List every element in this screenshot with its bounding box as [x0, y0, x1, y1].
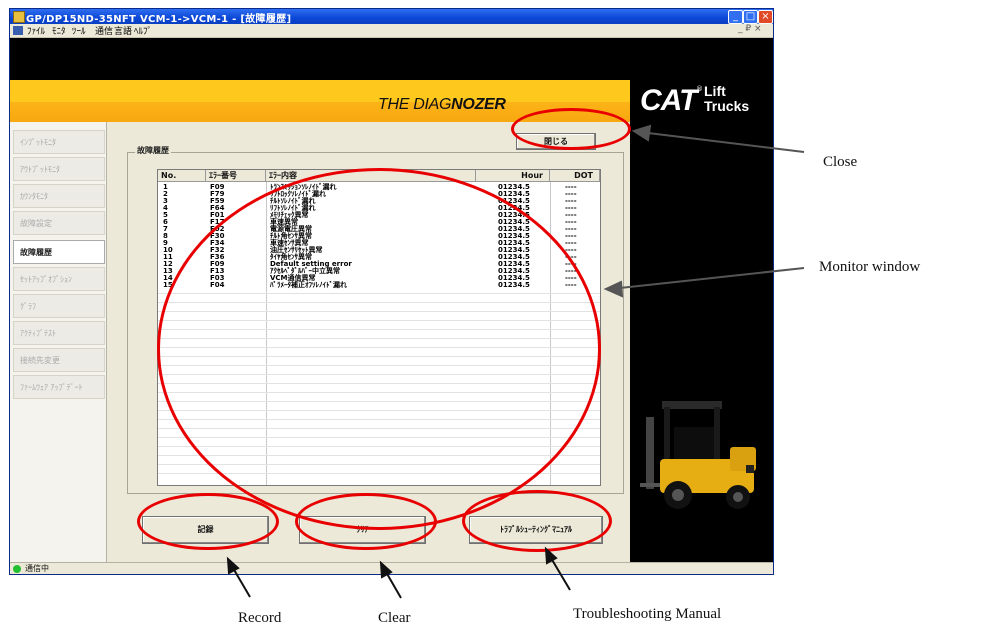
callout-record: Record — [238, 610, 282, 626]
callout-manual: Troubleshooting Manual — [573, 606, 722, 622]
annotation-arrows — [226, 124, 805, 599]
callout-clear: Clear — [378, 610, 411, 626]
callout-close: Close — [823, 154, 858, 170]
callout-monitor: Monitor window — [819, 259, 921, 275]
